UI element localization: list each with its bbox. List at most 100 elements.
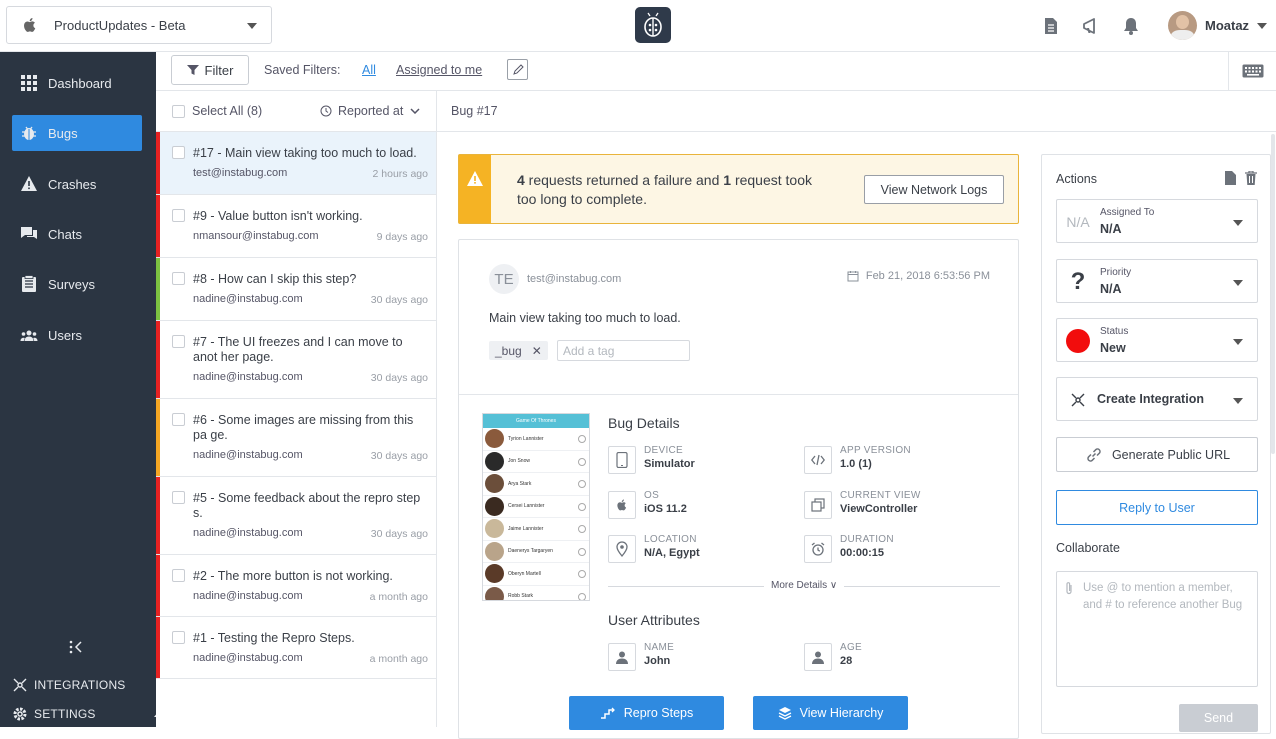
sort-dropdown[interactable]: Reported at (320, 104, 426, 118)
bug-list-item[interactable]: #1 - Testing the Repro Steps. nadine@inst… (156, 617, 436, 679)
sidebar-item-crashes[interactable]: Crashes (12, 166, 142, 202)
avatar (485, 519, 504, 539)
view-hierarchy-button[interactable]: View Hierarchy (753, 696, 908, 730)
integrations-icon (13, 678, 27, 692)
send-button[interactable]: Send (1179, 704, 1258, 732)
bug-list-item[interactable]: #6 - Some images are missing from this p… (156, 399, 436, 477)
bug-reporter-email: test@instabug.com (193, 167, 288, 179)
attr-value: 28 (840, 655, 853, 667)
view-network-logs-button[interactable]: View Network Logs (864, 175, 1004, 204)
create-integration-dropdown[interactable]: Create Integration (1056, 377, 1258, 421)
layers-icon (778, 707, 791, 720)
priority-bar (156, 258, 160, 320)
settings-label: SETTINGS (34, 707, 96, 721)
generate-public-url-button[interactable]: Generate Public URL (1056, 437, 1258, 472)
avatar (485, 496, 504, 516)
screenshot-title: Game Of Thrones (483, 414, 589, 428)
saved-filter-assigned[interactable]: Assigned to me (396, 63, 482, 77)
item-checkbox[interactable] (172, 491, 185, 504)
bug-list-item[interactable]: #17 - Main view taking too much to load.… (156, 132, 436, 195)
item-checkbox[interactable] (172, 335, 185, 348)
bug-title: #6 - Some images are missing from this p… (193, 413, 414, 442)
collaborate-input[interactable]: Use @ to mention a member, and # to refe… (1056, 571, 1258, 687)
bug-list-item[interactable]: #7 - The UI freezes and I can move to an… (156, 321, 436, 399)
repro-steps-button[interactable]: Repro Steps (569, 696, 724, 730)
add-icon (578, 592, 586, 600)
screenshot-row: Cersei Lannister (483, 496, 589, 518)
item-checkbox[interactable] (172, 146, 185, 159)
megaphone-icon[interactable] (1081, 16, 1101, 36)
sidebar-item-users[interactable]: Users (12, 317, 142, 353)
more-details-link[interactable]: More Details ∨ (764, 580, 845, 591)
select-all-label: Select All (8) (192, 104, 263, 118)
add-icon (578, 570, 586, 578)
chevron-down-icon (247, 23, 257, 29)
reply-to-user-button[interactable]: Reply to User (1056, 490, 1258, 525)
app-selector[interactable]: ProductUpdates - Beta (6, 6, 272, 44)
reporter: TE test@instabug.com (489, 264, 621, 294)
priority-bar (156, 617, 160, 678)
filter-button[interactable]: Filter (171, 55, 249, 85)
bug-title: #8 - How can I skip this step? (193, 272, 357, 286)
item-checkbox[interactable] (172, 272, 185, 285)
saved-filter-all[interactable]: All (362, 63, 376, 77)
bug-list-item[interactable]: #5 - Some feedback about the repro step … (156, 477, 436, 555)
select-all-checkbox[interactable] (172, 105, 185, 118)
edit-filters-button[interactable] (507, 59, 528, 80)
priority-bar (156, 195, 160, 257)
integrations-link[interactable]: INTEGRATIONS (12, 677, 126, 693)
bug-title: #17 - Main view taking too much to load. (193, 146, 417, 160)
screenshot-thumbnail[interactable]: Game Of Thrones Tyrion Lannister Jon Snow… (482, 413, 590, 601)
calendar-icon (847, 271, 859, 282)
bell-icon[interactable] (1121, 16, 1141, 36)
failed-count: 4 (517, 172, 525, 188)
assigned-to-dropdown[interactable]: N/A Assigned To N/A (1056, 199, 1258, 243)
sidebar-item-dashboard[interactable]: Dashboard (12, 65, 142, 101)
file-icon[interactable] (1225, 171, 1236, 185)
apple-icon (24, 17, 36, 32)
instabug-logo[interactable] (635, 7, 671, 43)
attr-label: OS (644, 490, 660, 501)
add-tag-input[interactable]: Add a tag (557, 340, 690, 361)
screenshot-row: Daenerys Targaryen (483, 541, 589, 563)
avatar (1168, 11, 1197, 40)
item-checkbox[interactable] (172, 209, 185, 222)
attr-icon (608, 491, 636, 519)
item-checkbox[interactable] (172, 569, 185, 582)
collapse-sidebar-icon[interactable] (68, 640, 84, 654)
bug-attr-duration: DURATION 00:00:15 (804, 534, 894, 563)
status-label: Status (1100, 326, 1129, 337)
item-checkbox[interactable] (172, 631, 185, 644)
paperclip-icon[interactable] (1064, 581, 1074, 595)
bug-message: Main view taking too much to load. (489, 311, 681, 325)
sidebar-item-chats[interactable]: Chats (12, 216, 142, 252)
user-menu[interactable]: Moataz (1168, 11, 1268, 40)
sidebar-item-surveys[interactable]: Surveys (12, 266, 142, 302)
document-icon[interactable] (1041, 16, 1061, 36)
bug-list-item[interactable]: #9 - Value button isn't working. nmansour… (156, 195, 436, 258)
scrollbar[interactable] (1271, 134, 1275, 454)
bug-attr-device: DEVICE Simulator (608, 445, 695, 474)
bug-reporter-email: nmansour@instabug.com (193, 230, 319, 242)
collaborate-title: Collaborate (1056, 541, 1120, 555)
bug-reporter-email: nadine@instabug.com (193, 293, 303, 305)
keyboard-shortcuts-button[interactable] (1228, 52, 1276, 90)
attr-icon (608, 446, 636, 474)
status-dropdown[interactable]: Status New (1056, 318, 1258, 362)
integrations-label: INTEGRATIONS (34, 678, 126, 692)
priority-dropdown[interactable]: ? Priority N/A (1056, 259, 1258, 303)
sidebar-item-bugs[interactable]: Bugs (12, 115, 142, 151)
ladybug-icon (644, 12, 662, 37)
item-checkbox[interactable] (172, 413, 185, 426)
status-value: New (1100, 341, 1126, 355)
more-details-label: More Details (771, 580, 828, 591)
bug-list-item[interactable]: #8 - How can I skip this step? nadine@ins… (156, 258, 436, 321)
screenshot-row: Jaime Lannister (483, 518, 589, 541)
settings-link[interactable]: SETTINGS (12, 706, 164, 722)
bug-attr-os: OS iOS 11.2 (608, 490, 687, 519)
bug-list-item[interactable]: #2 - The more button is not working. nadi… (156, 555, 436, 617)
bug-title: #5 - Some feedback about the repro step … (193, 491, 421, 520)
trash-icon[interactable] (1245, 171, 1257, 185)
bug-reporter-email: nadine@instabug.com (193, 371, 303, 383)
remove-tag-icon[interactable]: ✕ (532, 344, 542, 358)
